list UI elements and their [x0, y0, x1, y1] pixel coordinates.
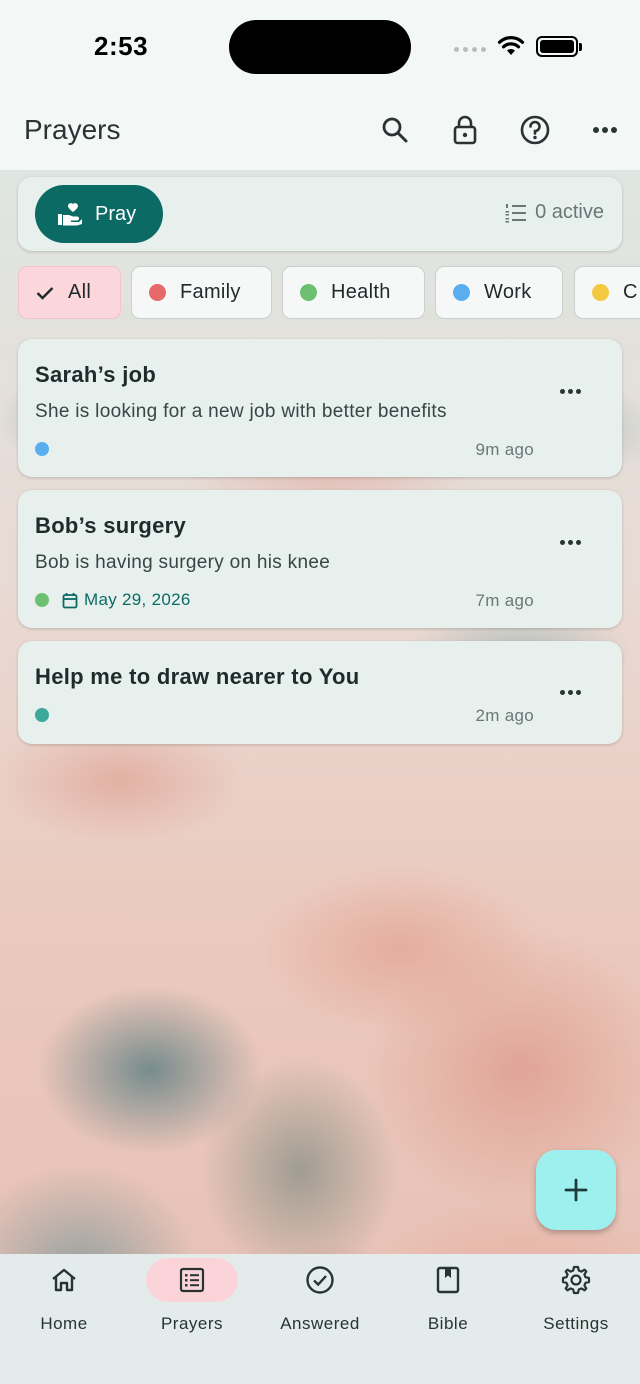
- prayer-date-label: May 29, 2026: [84, 590, 191, 609]
- dynamic-island: [229, 20, 411, 74]
- lock-icon[interactable]: [447, 112, 483, 148]
- chip-label: Work: [484, 281, 532, 303]
- prayer-card[interactable]: Help me to draw nearer to You 2m ago: [18, 641, 622, 744]
- chip-label: Family: [180, 281, 241, 303]
- plus-icon: [564, 1178, 588, 1202]
- more-options-icon[interactable]: [558, 379, 582, 403]
- chip-health[interactable]: Health: [282, 266, 425, 319]
- check-icon: [36, 286, 54, 300]
- nav-answered[interactable]: Answered: [256, 1254, 384, 1344]
- add-prayer-button[interactable]: [536, 1150, 616, 1230]
- prayer-title: Sarah’s job: [35, 362, 157, 387]
- more-options-icon[interactable]: [558, 680, 582, 704]
- calendar-icon: [62, 592, 78, 608]
- nav-label: Prayers: [160, 1314, 224, 1333]
- praying-hands-icon: [58, 203, 82, 226]
- work-color-dot: [453, 284, 470, 301]
- prayer-timestamp: 7m ago: [475, 591, 534, 610]
- status-time: 2:53: [94, 31, 149, 61]
- prayer-timestamp: 9m ago: [475, 440, 534, 459]
- chip-label: C: [623, 281, 638, 303]
- family-color-dot: [149, 284, 166, 301]
- list-numbered-icon: [505, 203, 527, 222]
- chip-label: Health: [331, 281, 391, 303]
- active-count-label: 0 active: [535, 201, 604, 223]
- nav-label: Bible: [427, 1314, 469, 1333]
- check-circle-icon: [306, 1266, 334, 1294]
- nav-label: Settings: [543, 1314, 609, 1333]
- prayer-title: Bob’s surgery: [35, 513, 187, 538]
- filter-chips: All Family Health Work C: [18, 266, 640, 320]
- battery-icon: [536, 36, 582, 57]
- category-dot: [35, 442, 49, 456]
- active-count: 0 active: [505, 201, 604, 224]
- more-options-icon[interactable]: [558, 530, 582, 554]
- pray-bar: Pray 0 active: [18, 177, 622, 251]
- nav-icon-container: [146, 1258, 238, 1302]
- chip-label: All: [68, 281, 92, 303]
- nav-icon-container: [530, 1258, 622, 1302]
- nav-label: Home: [40, 1314, 88, 1333]
- page-title: Prayers: [24, 114, 121, 145]
- chip-work[interactable]: Work: [435, 266, 563, 319]
- prayer-description: She is looking for a new job with better…: [35, 401, 447, 422]
- category-dot: [35, 593, 49, 607]
- home-icon: [52, 1268, 76, 1292]
- prayer-timestamp: 2m ago: [475, 706, 534, 725]
- nav-icon-container: [402, 1258, 494, 1302]
- prayer-description: Bob is having surgery on his knee: [35, 552, 331, 573]
- prayer-date: May 29, 2026: [62, 590, 191, 610]
- search-icon[interactable]: [377, 112, 413, 148]
- nav-home[interactable]: Home: [0, 1254, 128, 1344]
- category-dot: [35, 708, 49, 722]
- help-icon[interactable]: [517, 112, 553, 148]
- nav-bible[interactable]: Bible: [384, 1254, 512, 1344]
- nav-icon-container: [18, 1258, 110, 1302]
- nav-prayers[interactable]: Prayers: [128, 1254, 256, 1344]
- nav-settings[interactable]: Settings: [512, 1254, 640, 1344]
- nav-label: Answered: [280, 1314, 360, 1333]
- bottom-navigation: Home Prayers Answered Bible Settings: [0, 1254, 640, 1384]
- health-color-dot: [300, 284, 317, 301]
- status-bar: 2:53: [0, 0, 640, 96]
- book-icon: [436, 1266, 460, 1294]
- more-options-icon[interactable]: [587, 112, 623, 148]
- list-icon: [179, 1267, 205, 1293]
- pray-button-label: Pray: [95, 202, 137, 225]
- chip-other[interactable]: C: [574, 266, 640, 319]
- prayer-title: Help me to draw nearer to You: [35, 664, 360, 689]
- gear-icon: [561, 1265, 591, 1295]
- nav-icon-container: [274, 1258, 366, 1302]
- wifi-icon: [497, 36, 525, 55]
- other-color-dot: [592, 284, 609, 301]
- app-bar: Prayers: [0, 96, 640, 170]
- pray-button[interactable]: Pray: [35, 185, 163, 243]
- prayer-card[interactable]: Bob’s surgery Bob is having surgery on h…: [18, 490, 622, 628]
- chip-all[interactable]: All: [18, 266, 121, 319]
- prayer-card[interactable]: Sarah’s job She is looking for a new job…: [18, 339, 622, 477]
- chip-family[interactable]: Family: [131, 266, 272, 319]
- cellular-signal-icon: [454, 47, 486, 52]
